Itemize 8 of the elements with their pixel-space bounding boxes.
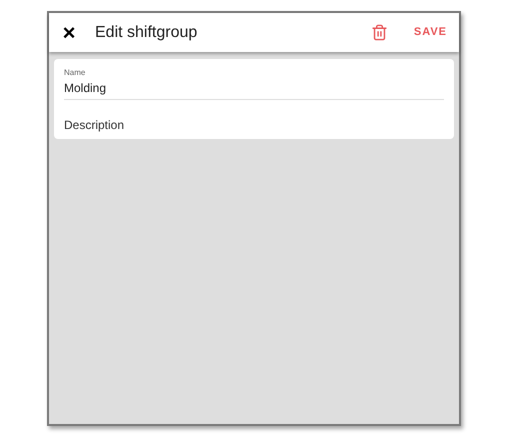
trash-icon — [370, 24, 388, 41]
name-field[interactable]: Molding — [64, 79, 444, 97]
description-field[interactable]: Description — [64, 116, 444, 134]
delete-button[interactable] — [370, 24, 388, 41]
save-button[interactable]: SAVE — [414, 24, 447, 41]
field-label: Name — [64, 67, 86, 79]
dialog-title: Edit shiftgroup — [95, 22, 198, 42]
close-button[interactable]: × — [61, 22, 77, 44]
